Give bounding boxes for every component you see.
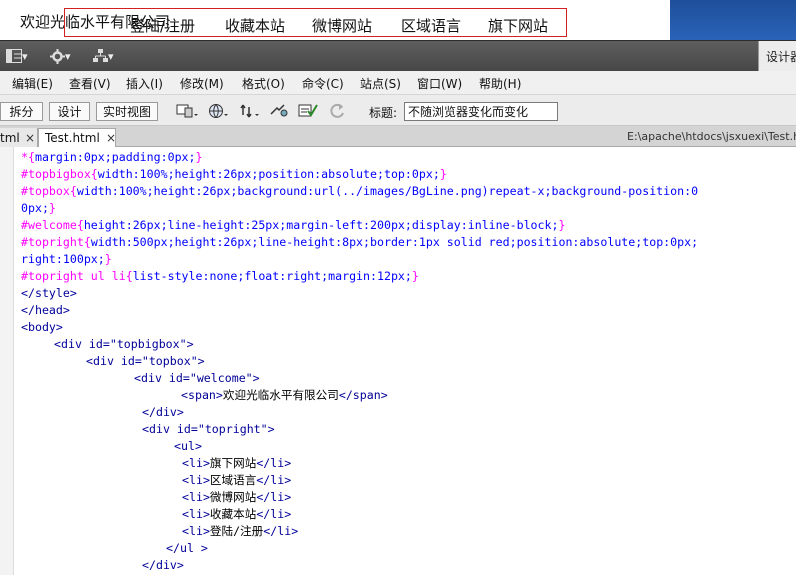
menu-bar: 编辑(E) 查看(V) 插入(I) 修改(M) 格式(O) 命令(C) 站点(S… [0, 71, 796, 95]
split-view-button[interactable]: 拆分 [0, 102, 43, 121]
menu-insert[interactable]: 插入(I) [126, 75, 163, 92]
code-line: #topright{width:500px;height:26px;line-h… [21, 235, 699, 249]
code-line: <body> [21, 320, 63, 334]
live-view-button[interactable]: 实时视图 [96, 102, 158, 121]
code-line: *{margin:0px;padding:0px;} [21, 150, 203, 164]
layout-menu-button[interactable]: ▾ [6, 47, 28, 65]
code-line: #topbox{width:100%;height:26px;backgroun… [21, 184, 699, 198]
code-line: <li>登陆/注册</li> [182, 524, 299, 538]
menu-modify[interactable]: 修改(M) [180, 75, 224, 92]
close-icon[interactable]: × [106, 131, 116, 145]
code-line: <div id="topbox"> [86, 354, 205, 368]
menu-commands[interactable]: 命令(C) [302, 75, 344, 92]
dreamweaver-window: 欢迎光临水平有限公司 登陆/注册 收藏本站 微博网站 区域语言 旗下网站 ▾ ▾ [0, 0, 796, 575]
sitemap-icon [93, 49, 108, 63]
code-line: </ul > [166, 541, 208, 555]
code-line: </div> [142, 405, 184, 419]
file-path: E:\apache\htdocs\jsxuexi\Test.h [627, 130, 796, 143]
check-browser-icon[interactable] [270, 102, 292, 120]
site-menu-button[interactable]: ▾ [93, 47, 114, 65]
code-line: <ul> [174, 439, 202, 453]
code-line: <li>旗下网站</li> [182, 456, 292, 470]
code-line: <li>微博网站</li> [182, 490, 292, 504]
code-line: right:100px;} [21, 252, 112, 266]
code-line: <div id="topright"> [142, 422, 275, 436]
preview-browser-icon[interactable] [208, 102, 230, 120]
multiscreen-icon[interactable] [176, 102, 198, 120]
live-preview: 欢迎光临水平有限公司 登陆/注册 收藏本站 微博网站 区域语言 旗下网站 [0, 0, 670, 40]
preview-nav-sites[interactable]: 旗下网站 [488, 15, 548, 36]
code-line: <span>欢迎光临水平有限公司</span> [181, 388, 388, 402]
preview-nav-favorite[interactable]: 收藏本站 [225, 15, 285, 36]
gear-icon [50, 48, 65, 64]
close-icon[interactable]: × [25, 131, 35, 145]
document-title-input[interactable] [404, 102, 558, 121]
document-toolbar: 拆分 设计 实时视图 标题: [0, 95, 796, 126]
code-line: <li>收藏本站</li> [182, 507, 292, 521]
code-line: #welcome{height:26px;line-height:25px;ma… [21, 218, 566, 232]
layout-icon [6, 49, 22, 63]
application-toolbar: ▾ ▾ ▾ 设计器 [0, 40, 796, 72]
code-line: </head> [21, 303, 70, 317]
code-line: #topright ul li{list-style:none;float:ri… [21, 269, 419, 283]
menu-format[interactable]: 格式(O) [242, 75, 285, 92]
menu-window[interactable]: 窗口(W) [417, 75, 462, 92]
refresh-icon[interactable] [328, 102, 350, 120]
file-management-icon[interactable] [240, 102, 262, 120]
workspace-switcher[interactable]: 设计器 [758, 41, 796, 72]
tab-previous-document[interactable]: tml × [0, 128, 38, 147]
menu-edit[interactable]: 编辑(E) [12, 75, 53, 92]
code-line: <div id="welcome"> [134, 371, 260, 385]
preview-nav-weibo[interactable]: 微博网站 [312, 15, 372, 36]
code-line: <div id="topbigbox"> [54, 337, 194, 351]
validate-markup-icon[interactable] [298, 102, 320, 120]
desktop-background [670, 0, 796, 40]
preview-nav: 登陆/注册 收藏本站 微博网站 区域语言 旗下网站 [64, 15, 567, 35]
extensions-menu-button[interactable]: ▾ [50, 47, 71, 65]
menu-site[interactable]: 站点(S) [360, 75, 401, 92]
preview-nav-login[interactable]: 登陆/注册 [130, 15, 195, 36]
code-line: 0px;} [21, 201, 56, 215]
code-line: <li>区域语言</li> [182, 473, 292, 487]
code-gutter [0, 147, 14, 575]
code-line: #topbigbox{width:100%;height:26px;positi… [21, 167, 447, 181]
menu-view[interactable]: 查看(V) [69, 75, 111, 92]
design-view-button[interactable]: 设计 [49, 102, 90, 121]
menu-help[interactable]: 帮助(H) [479, 75, 521, 92]
code-line: </style> [21, 286, 77, 300]
code-line: </div> [142, 558, 184, 572]
tab-test-html[interactable]: Test.html × [38, 128, 116, 147]
title-label: 标题: [369, 106, 398, 120]
preview-nav-language[interactable]: 区域语言 [401, 15, 461, 36]
